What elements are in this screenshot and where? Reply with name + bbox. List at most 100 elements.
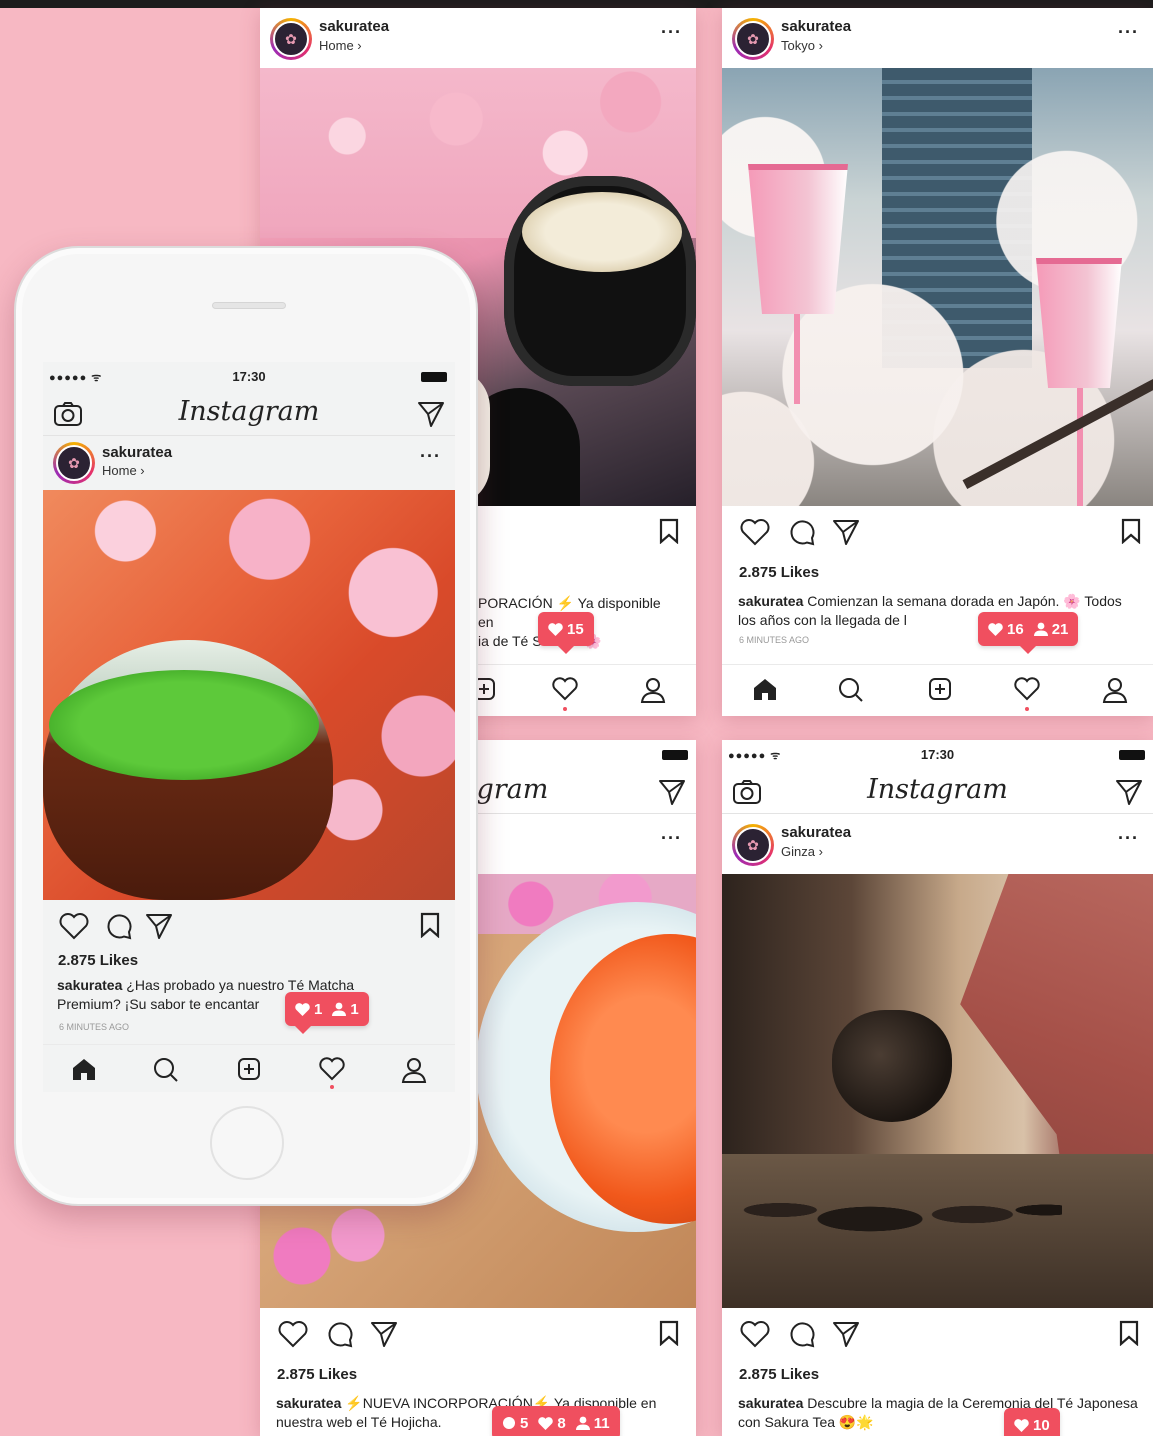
bookmark-icon[interactable]: [1120, 518, 1142, 544]
caption-username[interactable]: sakuratea: [738, 593, 803, 609]
phone-mockup: ●●●●● ᯤ 17:30 Instagram ✿ sakuratea Home…: [14, 246, 478, 1206]
send-icon[interactable]: [1115, 778, 1143, 806]
battery-icon: [421, 372, 447, 382]
battery-icon: [1119, 750, 1145, 760]
heart-icon[interactable]: [1014, 677, 1040, 701]
avatar[interactable]: ✿: [270, 18, 312, 60]
comment-icon[interactable]: [326, 1320, 354, 1348]
post-caption: sakuratea Comienzan la semana dorada en …: [722, 586, 1153, 630]
username[interactable]: sakuratea: [319, 18, 389, 35]
post-header: ✿ sakuratea Ginza › ···: [722, 814, 1153, 874]
username[interactable]: sakuratea: [781, 18, 851, 35]
profile-icon[interactable]: [1102, 677, 1128, 703]
send-icon[interactable]: [417, 400, 445, 428]
send-icon[interactable]: [370, 1320, 398, 1348]
matcha-bowl: [43, 640, 333, 900]
bookmark-icon[interactable]: [658, 1320, 680, 1346]
likes-count[interactable]: 2.875 Likes: [722, 1366, 1153, 1388]
location-label: Ginza: [781, 844, 815, 859]
active-tab-dot: [330, 1085, 334, 1089]
matcha-tea: [49, 670, 319, 780]
status-bar: ●●●●● ᯤ 17:30: [43, 362, 455, 392]
battery-icon: [662, 750, 688, 760]
post-photo: [722, 874, 1153, 1308]
activity-notification: 5 8 11: [492, 1406, 620, 1436]
heart-icon: [988, 622, 1003, 636]
profile-icon[interactable]: [640, 677, 666, 703]
clock: 17:30: [920, 747, 955, 762]
blossoms-bottom: [260, 1204, 400, 1308]
notif-follows-count: 1: [350, 1000, 359, 1018]
send-icon[interactable]: [832, 518, 860, 546]
comment-icon[interactable]: [105, 912, 133, 940]
more-icon[interactable]: ···: [1118, 22, 1139, 43]
bookmark-icon[interactable]: [1118, 1320, 1140, 1346]
home-icon[interactable]: [71, 1057, 97, 1081]
send-icon[interactable]: [658, 778, 686, 806]
profile-icon[interactable]: [401, 1057, 427, 1083]
instagram-logo: Instagram: [178, 396, 320, 427]
bookmark-icon[interactable]: [419, 912, 441, 938]
post-photo: [722, 68, 1153, 506]
more-icon[interactable]: ···: [1118, 828, 1139, 849]
heart-icon: [548, 622, 563, 636]
phone-speaker: [212, 302, 286, 309]
username[interactable]: sakuratea: [102, 444, 172, 461]
add-icon[interactable]: [928, 677, 952, 701]
post-screen-tokyo: ✿ sakuratea Tokyo › ··· 2.875 Likes saku…: [722, 8, 1153, 716]
location-link[interactable]: Home ›: [319, 38, 362, 53]
comment-icon[interactable]: [788, 518, 816, 546]
username[interactable]: sakuratea: [781, 824, 851, 841]
lantern-right-string: [1077, 388, 1083, 506]
comment-bubble-icon: [503, 1417, 515, 1429]
home-icon[interactable]: [752, 677, 778, 701]
avatar[interactable]: ✿: [732, 824, 774, 866]
likes-count[interactable]: 2.875 Likes: [722, 564, 1153, 586]
activity-notification: 16 21: [978, 612, 1079, 654]
notif-comments-count: 5: [520, 1414, 529, 1432]
avatar[interactable]: ✿: [53, 442, 95, 484]
caption-username[interactable]: sakuratea: [57, 977, 122, 993]
post-photo: [43, 490, 455, 900]
teapot: [832, 1010, 952, 1122]
heart-icon[interactable]: [278, 1320, 308, 1348]
tea-cup: [504, 176, 696, 386]
follower-icon: [575, 1416, 590, 1430]
heart-icon[interactable]: [740, 518, 770, 546]
bookmark-icon[interactable]: [658, 518, 680, 544]
location-label: Home: [319, 38, 354, 53]
more-icon[interactable]: ···: [420, 446, 441, 467]
activity-notification: 1 1: [285, 992, 369, 1034]
location-link[interactable]: Tokyo ›: [781, 38, 823, 53]
likes-count[interactable]: 2.875 Likes: [43, 952, 455, 974]
notif-likes-count: 1: [314, 1000, 323, 1018]
post-actions: [43, 900, 455, 952]
more-icon[interactable]: ···: [661, 22, 682, 43]
caption-username[interactable]: sakuratea: [738, 1395, 803, 1411]
location-link[interactable]: Ginza ›: [781, 844, 823, 859]
add-icon[interactable]: [237, 1057, 261, 1081]
heart-icon[interactable]: [552, 677, 578, 701]
caption-username[interactable]: sakuratea: [276, 1395, 341, 1411]
send-icon[interactable]: [145, 912, 173, 940]
notif-likes-count: 10: [1033, 1416, 1050, 1434]
heart-icon[interactable]: [319, 1057, 345, 1081]
send-icon[interactable]: [832, 1320, 860, 1348]
avatar[interactable]: ✿: [732, 18, 774, 60]
tea-bowls: [742, 1174, 1062, 1264]
notif-follows-count: 11: [593, 1414, 610, 1432]
likes-count[interactable]: 2.875 Likes: [260, 1366, 696, 1388]
lantern-left-string: [794, 314, 800, 404]
heart-icon[interactable]: [740, 1320, 770, 1348]
lantern-left: [748, 164, 848, 314]
more-icon[interactable]: ···: [661, 828, 682, 849]
search-icon[interactable]: [153, 1057, 179, 1083]
search-icon[interactable]: [838, 677, 864, 703]
post-caption: sakuratea ⚡NUEVA INCORPORACIÓN⚡ Ya dispo…: [260, 1388, 696, 1432]
comment-icon[interactable]: [788, 1320, 816, 1348]
bottom-tab-bar: [43, 1044, 455, 1092]
phone-home-button[interactable]: [210, 1106, 284, 1180]
post-screen-ginza: ●●●●● ᯤ 17:30 Instagram ✿ sakuratea Ginz…: [722, 740, 1153, 1436]
heart-icon[interactable]: [59, 912, 89, 940]
location-link[interactable]: Home ›: [102, 463, 145, 478]
